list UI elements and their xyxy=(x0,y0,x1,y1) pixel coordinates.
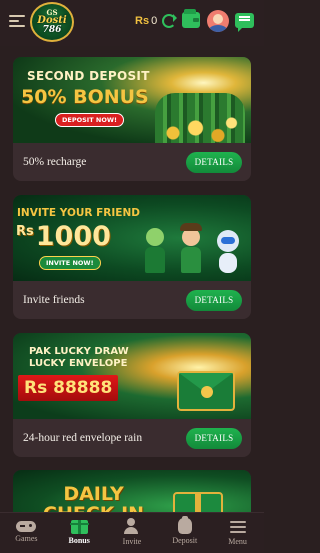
wallet-icon[interactable] xyxy=(182,9,200,28)
robot-illustration xyxy=(217,230,239,273)
promo-banner-lucky-envelope[interactable]: PAK LUCKY DRAW LUCKY ENVELOPE Rs 88888 xyxy=(13,333,251,419)
banner-title-line2: LUCKY ENVELOPE xyxy=(29,358,128,369)
promo-label: 24-hour red envelope rain xyxy=(23,432,143,444)
promotions-list: SECOND DEPOSIT 50% BONUS DEPOSIT NOW! 50… xyxy=(0,46,264,512)
gift-icon xyxy=(69,520,89,534)
avatar[interactable] xyxy=(207,10,229,32)
details-button[interactable]: DETAILS xyxy=(186,427,242,449)
banner-title: SECOND DEPOSIT xyxy=(27,69,150,83)
nav-item-invite[interactable]: Invite xyxy=(106,513,159,553)
promo-label: Invite friends xyxy=(23,294,85,306)
coins-illustration xyxy=(155,93,245,143)
banner-headline: 50% BONUS xyxy=(21,86,149,108)
promo-banner-second-deposit[interactable]: SECOND DEPOSIT 50% BONUS DEPOSIT NOW! xyxy=(13,57,251,143)
nav-item-deposit[interactable]: Deposit xyxy=(158,513,211,553)
character-illustration xyxy=(180,223,202,273)
users-icon xyxy=(122,518,142,535)
banner-amount: Rs 88888 xyxy=(18,375,119,401)
banner-title: INVITE YOUR FRIEND xyxy=(17,207,140,219)
refresh-icon[interactable] xyxy=(162,14,177,28)
hamburger-icon xyxy=(228,518,248,535)
bottom-nav: Games Bonus Invite Deposit Menu xyxy=(0,512,264,553)
banner-title-line2: CHECK IN xyxy=(43,504,144,512)
app-logo[interactable]: GS Dosti 786 xyxy=(30,2,74,42)
promo-card-daily-checkin: DAILY CHECK IN xyxy=(13,470,251,512)
nav-item-bonus[interactable]: Bonus xyxy=(53,513,106,553)
banner-amount: 1000 xyxy=(35,221,111,252)
currency-label: Rs xyxy=(135,15,150,27)
deposit-now-button[interactable]: DEPOSIT NOW! xyxy=(55,113,125,127)
promo-card-envelope: PAK LUCKY DRAW LUCKY ENVELOPE Rs 88888 2… xyxy=(13,333,251,457)
promo-row: Invite friends DETAILS xyxy=(13,281,251,319)
balance-amount: 0 xyxy=(151,15,158,27)
menu-icon[interactable] xyxy=(9,15,25,29)
nav-label: Bonus xyxy=(68,536,90,545)
banner-currency: Rs xyxy=(16,224,34,239)
character-illustration xyxy=(145,228,165,273)
logo-text-3: 786 xyxy=(42,25,62,35)
promo-banner-invite-friend[interactable]: INVITE YOUR FRIEND Rs1000 INVITE NOW! xyxy=(13,195,251,281)
promo-banner-daily-checkin[interactable]: DAILY CHECK IN xyxy=(13,470,251,512)
envelope-illustration xyxy=(177,371,235,411)
promo-label: 50% recharge xyxy=(23,156,87,168)
promo-row: 24-hour red envelope rain DETAILS xyxy=(13,419,251,457)
nav-item-games[interactable]: Games xyxy=(0,513,53,553)
banner-title: DAILY CHECK IN xyxy=(43,484,144,512)
top-bar: GS Dosti 786 Rs 0 xyxy=(0,0,264,46)
chat-icon[interactable] xyxy=(235,13,254,32)
nav-label: Games xyxy=(15,534,38,543)
money-bag-icon xyxy=(177,516,192,534)
banner-title: PAK LUCKY DRAW LUCKY ENVELOPE xyxy=(29,346,129,370)
promo-card-invite: INVITE YOUR FRIEND Rs1000 INVITE NOW! In… xyxy=(13,195,251,319)
promo-row: 50% recharge DETAILS xyxy=(13,143,251,181)
gamepad-icon xyxy=(16,521,37,532)
banner-title-line1: PAK LUCKY DRAW xyxy=(29,346,129,357)
banner-title-line1: DAILY xyxy=(63,483,124,505)
nav-label: Menu xyxy=(228,537,247,546)
nav-item-menu[interactable]: Menu xyxy=(211,513,264,553)
promo-card-recharge: SECOND DEPOSIT 50% BONUS DEPOSIT NOW! 50… xyxy=(13,57,251,181)
nav-label: Invite xyxy=(122,537,142,546)
gift-box-illustration xyxy=(173,492,223,512)
invite-now-button[interactable]: INVITE NOW! xyxy=(39,256,101,270)
balance-display: Rs 0 xyxy=(135,15,157,27)
nav-label: Deposit xyxy=(172,536,198,545)
banner-headline: Rs1000 xyxy=(16,221,111,252)
details-button[interactable]: DETAILS xyxy=(186,151,242,173)
details-button[interactable]: DETAILS xyxy=(186,289,242,311)
